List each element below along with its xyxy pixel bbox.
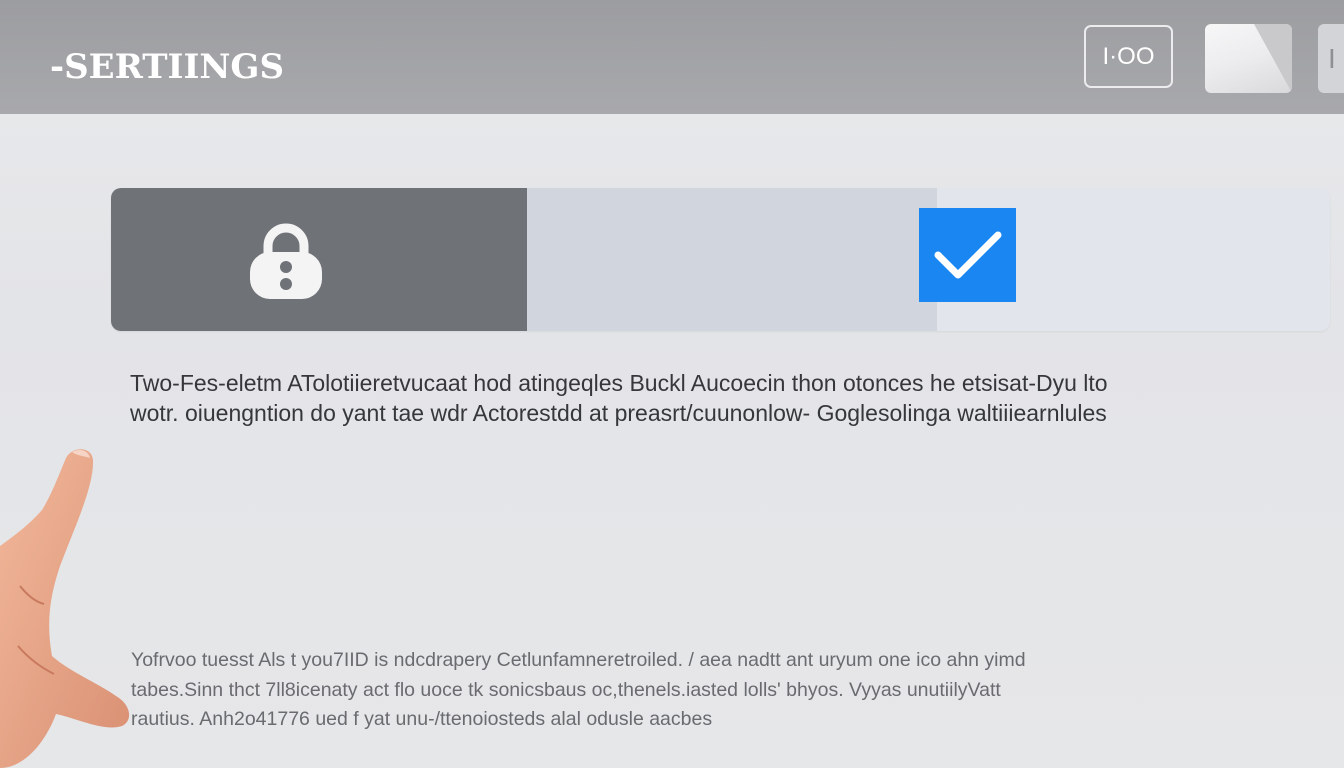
footer-line: tabes.Sinn thct 7ll8icenaty act flo uoce… xyxy=(131,678,1001,701)
preview-button[interactable] xyxy=(1205,24,1292,93)
lock-icon xyxy=(250,223,322,299)
two-factor-description: Two-Fes-eletm ATolotiieretvucaat hod ati… xyxy=(130,368,1270,428)
footer-line: rautius. Anh2o41776 ued f yat unu-/tteno… xyxy=(131,708,713,730)
time-button[interactable]: I·OO xyxy=(1084,25,1173,88)
pointing-hand-image xyxy=(0,449,130,768)
settings-screen: -SERTIINGS I·OO I Two-Fes-eletm ATolotii… xyxy=(0,0,1344,768)
footer-note: Yofrvoo tuesst Als t you7IID is ndcdrape… xyxy=(131,646,1271,735)
page-title: -SERTIINGS xyxy=(50,47,285,87)
two-factor-checkbox[interactable] xyxy=(919,208,1016,302)
edge-button[interactable]: I xyxy=(1318,24,1344,93)
page-fold-icon xyxy=(1254,24,1292,93)
two-factor-row[interactable] xyxy=(111,188,1330,331)
setting-middle-pane xyxy=(527,188,937,331)
description-line: wotr. oiuengntion do yant tae wdr Actore… xyxy=(130,400,1107,426)
header-bar: -SERTIINGS I·OO I xyxy=(0,0,1344,114)
lock-pane xyxy=(111,188,527,331)
check-icon xyxy=(934,231,1001,279)
footer-line: Yofrvoo tuesst Als t you7IID is ndcdrape… xyxy=(131,649,1026,671)
description-line: Two-Fes-eletm ATolotiieretvucaat hod ati… xyxy=(130,370,1108,396)
